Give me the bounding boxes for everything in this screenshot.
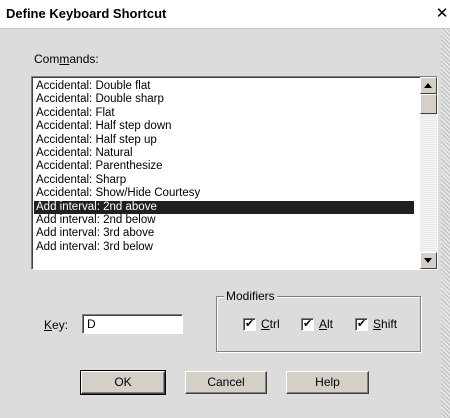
commands-label: Commands:	[34, 52, 99, 66]
check-icon: ✔	[303, 318, 313, 330]
list-item[interactable]: Accidental: Parenthesize	[34, 160, 414, 173]
close-icon[interactable]: ✕	[434, 4, 450, 24]
ok-button[interactable]: OK	[80, 370, 166, 395]
scroll-thumb[interactable]	[420, 94, 437, 114]
title-bar: Define Keyboard Shortcut ✕	[0, 0, 450, 29]
list-item[interactable]: Accidental: Flat	[34, 107, 414, 120]
modifiers-title: Modifiers	[224, 289, 277, 303]
list-item[interactable]: Accidental: Double sharp	[34, 93, 414, 106]
background-window-edge	[441, 29, 450, 418]
alt-label: Alt	[319, 317, 334, 331]
list-scrollbar[interactable]	[420, 77, 437, 269]
cancel-button[interactable]: Cancel	[185, 371, 267, 394]
checkbox-box: ✔	[355, 318, 368, 331]
check-icon: ✔	[357, 318, 367, 330]
list-item[interactable]: Add interval: 3rd above	[34, 227, 414, 240]
key-label: Key:	[44, 318, 69, 332]
window-title: Define Keyboard Shortcut	[6, 6, 167, 21]
list-item[interactable]: Accidental: Double flat	[34, 80, 414, 93]
check-icon: ✔	[245, 318, 255, 330]
checkbox-box: ✔	[301, 318, 314, 331]
list-item[interactable]: Accidental: Natural	[34, 147, 414, 160]
scroll-up-button[interactable]	[420, 77, 437, 94]
list-item[interactable]: Accidental: Half step up	[34, 134, 414, 147]
list-item[interactable]: Accidental: Half step down	[34, 120, 414, 133]
help-button[interactable]: Help	[286, 371, 369, 394]
list-item[interactable]: Add interval: 2nd above	[34, 200, 414, 214]
checkbox-box: ✔	[243, 318, 256, 331]
list-item[interactable]: Accidental: Sharp	[34, 174, 414, 187]
commands-listbox[interactable]: Accidental: Double flat Accidental: Doubl…	[31, 76, 438, 270]
list-item[interactable]: Accidental: Show/Hide Courtesy	[34, 187, 414, 200]
arrow-down-icon	[424, 258, 432, 263]
scroll-down-button[interactable]	[420, 252, 437, 269]
list-item[interactable]: Add interval: 3rd below	[34, 241, 414, 254]
key-input[interactable]	[82, 314, 183, 334]
ctrl-label: Ctrl	[261, 317, 280, 331]
arrow-up-icon	[424, 83, 432, 88]
commands-list: Accidental: Double flat Accidental: Doubl…	[34, 80, 414, 254]
list-item[interactable]: Add interval: 2nd below	[34, 214, 414, 227]
shift-label: Shift	[373, 317, 398, 331]
